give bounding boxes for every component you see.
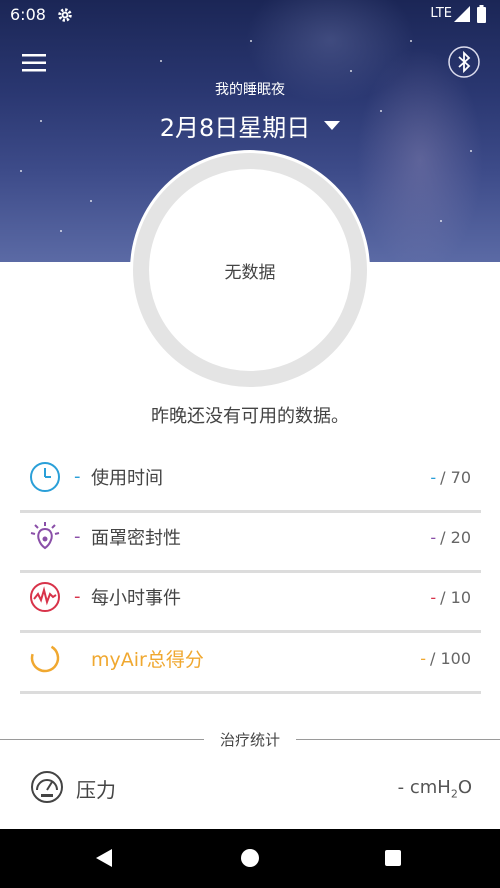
mask-seal-icon xyxy=(30,522,60,550)
metric-max: / 20 xyxy=(440,528,471,547)
metric-value-dash: - xyxy=(430,588,437,607)
metric-value: -/ 10 xyxy=(430,588,471,607)
status-bar: 6:08 LTE xyxy=(0,0,500,30)
pressure-row[interactable]: 压力 - cmH2O xyxy=(0,762,500,812)
metric-row-usage[interactable]: - 使用时间 -/ 70 xyxy=(20,452,481,513)
metric-max: / 70 xyxy=(440,468,471,487)
gear-icon xyxy=(58,8,72,22)
status-time: 6:08 xyxy=(10,5,46,24)
date-label: 2月8日星期日 xyxy=(159,114,311,142)
metric-dash: - xyxy=(74,526,81,547)
clock-icon xyxy=(30,462,60,492)
metric-value: -/ 100 xyxy=(420,649,471,668)
back-icon[interactable] xyxy=(94,848,114,868)
metric-label: 面罩密封性 xyxy=(91,528,181,549)
ring-center-text: 无数据 xyxy=(224,263,276,283)
score-ring-icon xyxy=(30,643,60,673)
pressure-label: 压力 xyxy=(76,778,116,802)
section-title: 治疗统计 xyxy=(219,731,280,749)
metric-row-events[interactable]: - 每小时事件 -/ 10 xyxy=(20,572,481,633)
metric-value-dash: - xyxy=(420,649,426,668)
metric-dash: - xyxy=(74,466,81,487)
gauge-icon xyxy=(31,771,63,803)
metric-label: 每小时事件 xyxy=(91,588,181,609)
battery-icon xyxy=(477,5,486,23)
bluetooth-icon[interactable] xyxy=(448,46,480,78)
metric-value-dash: - xyxy=(430,468,437,487)
metric-label: myAir总得分 xyxy=(91,649,204,671)
pressure-value-text: - cmH xyxy=(397,777,451,798)
date-selector[interactable]: 2月8日星期日 xyxy=(0,108,500,143)
network-type: LTE xyxy=(430,6,452,21)
metric-max: / 100 xyxy=(429,649,471,668)
events-wave-icon xyxy=(30,582,60,612)
metric-value: -/ 70 xyxy=(430,468,471,487)
metric-max: / 10 xyxy=(440,588,471,607)
metric-value: -/ 20 xyxy=(430,528,471,547)
pressure-unit-suffix: O xyxy=(457,777,472,798)
pressure-value: - cmH2O xyxy=(398,777,472,801)
metric-dash: - xyxy=(74,586,81,607)
dropdown-caret-icon xyxy=(324,121,341,130)
hero-subtitle: 我的睡眠夜 xyxy=(215,82,285,98)
home-icon[interactable] xyxy=(241,849,259,867)
pressure-unit-subscript: 2 xyxy=(450,787,458,801)
metric-value-dash: - xyxy=(430,528,437,547)
metric-label: 使用时间 xyxy=(91,468,163,489)
recent-apps-icon[interactable] xyxy=(385,850,401,866)
menu-button[interactable] xyxy=(20,52,48,74)
no-data-message: 昨晚还没有可用的数据。 xyxy=(151,406,349,427)
system-nav-bar xyxy=(0,829,500,888)
signal-icon xyxy=(454,6,470,22)
metric-row-mask-seal[interactable]: - 面罩密封性 -/ 20 xyxy=(20,512,481,573)
metric-row-myair-score[interactable]: myAir总得分 -/ 100 xyxy=(20,633,481,694)
